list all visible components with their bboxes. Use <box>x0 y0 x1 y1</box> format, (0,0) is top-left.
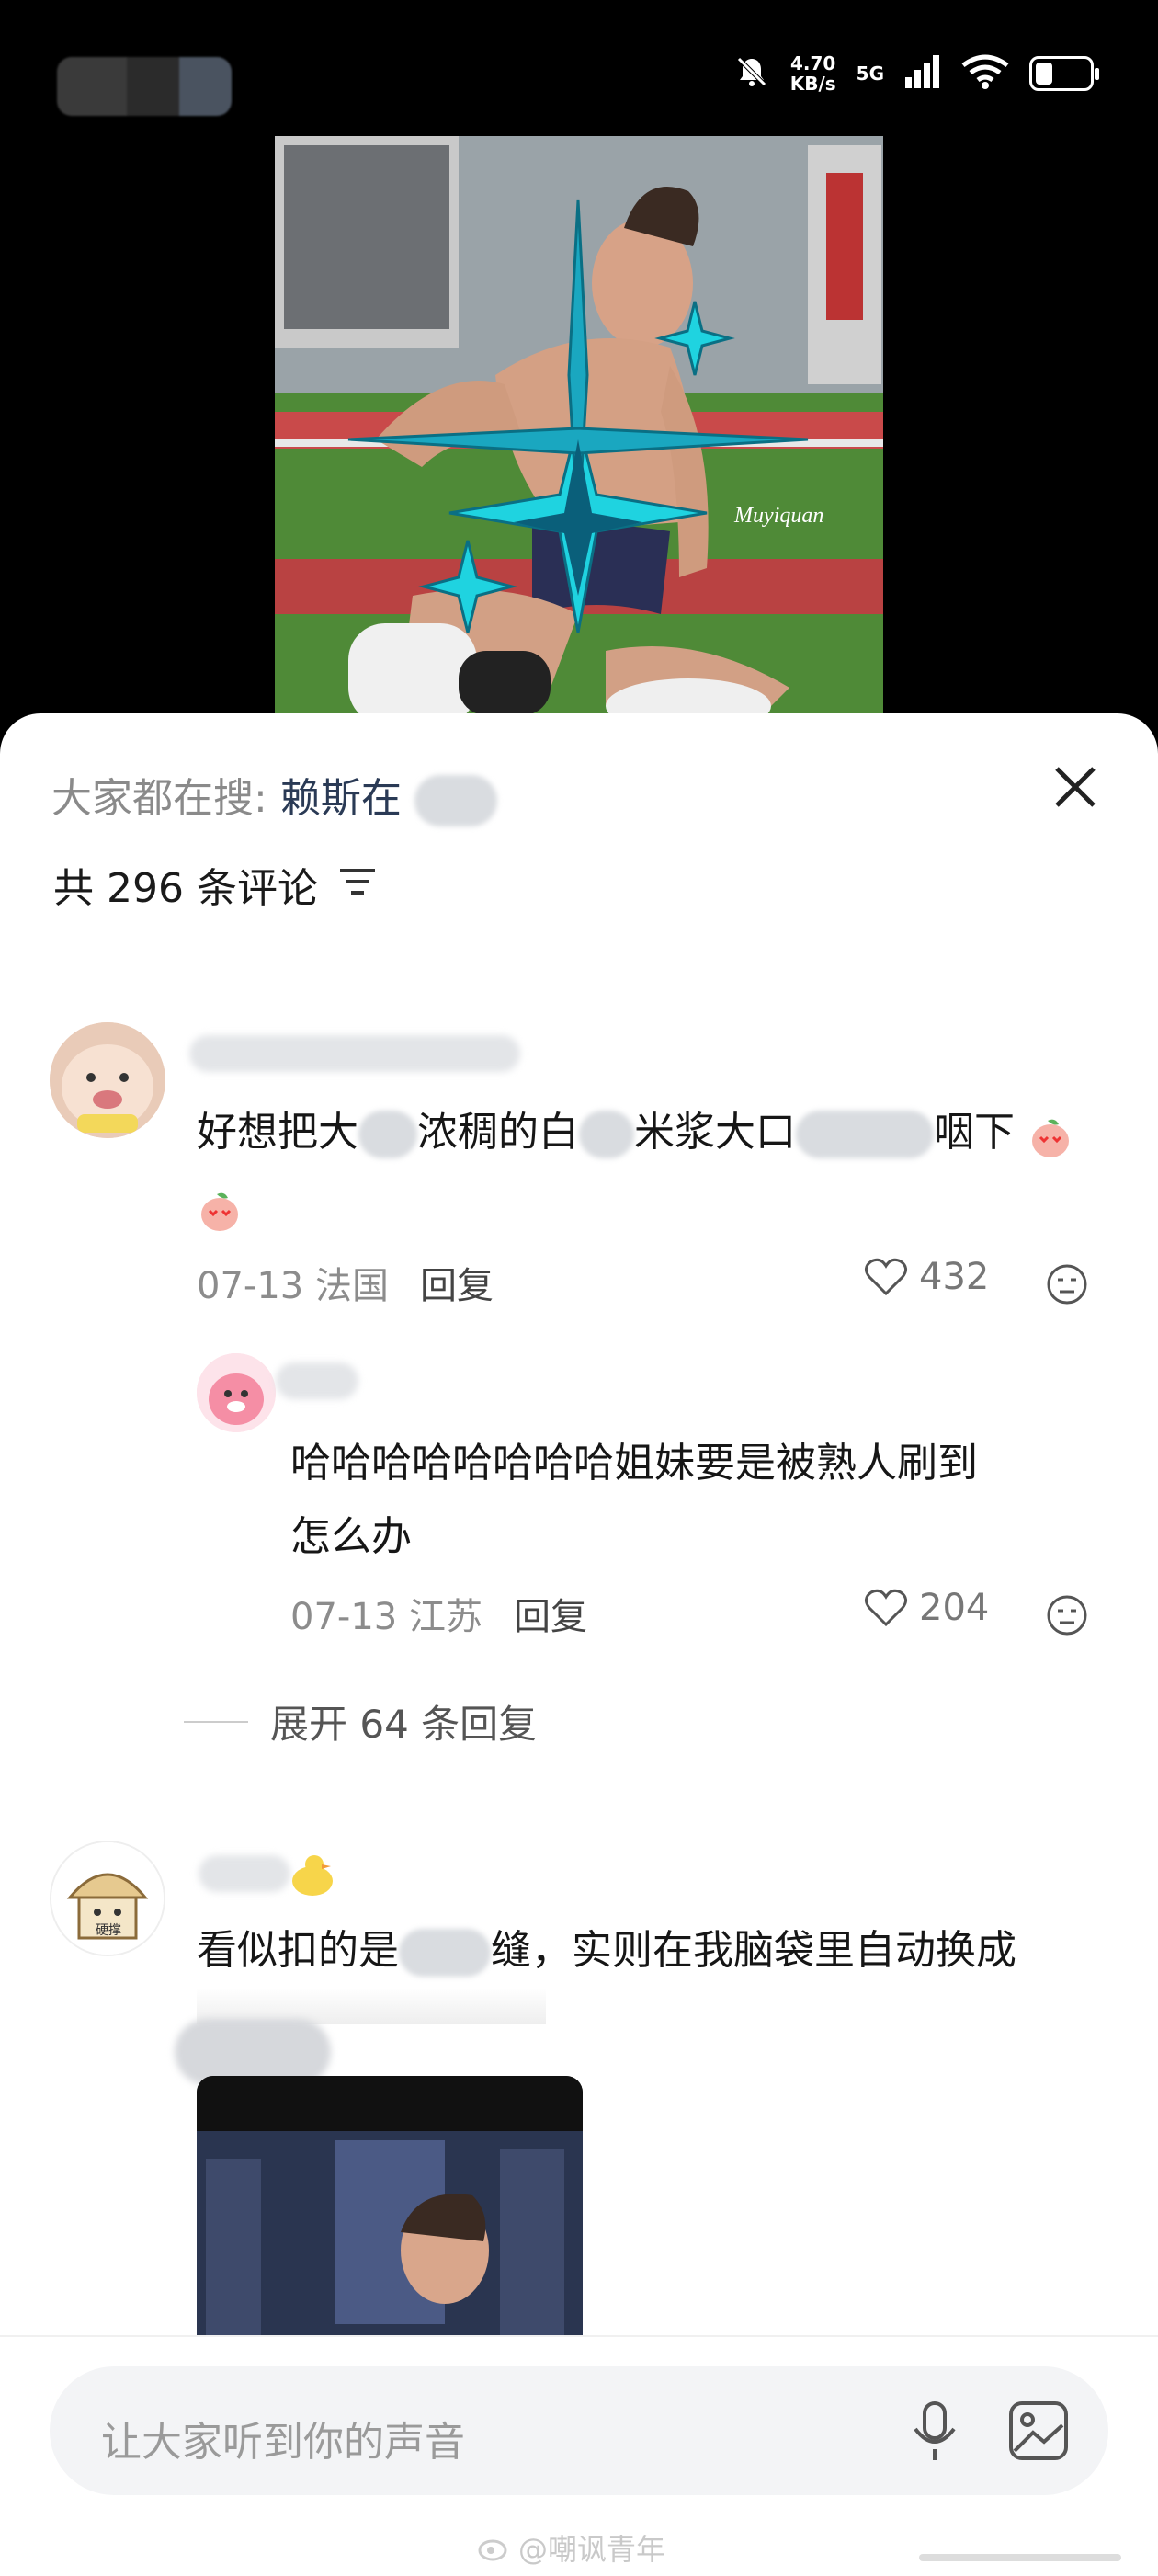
comment-input[interactable]: 让大家听到你的声音 <box>50 2366 1108 2495</box>
comment-count-row: 共 296 条评论 <box>53 855 377 914</box>
dislike-face-icon[interactable] <box>1046 1594 1088 1636</box>
photo-watermark: Muyiquan <box>733 504 823 528</box>
reply-text: 哈哈哈哈哈哈哈哈姐妹要是被熟人刷到 怎么办 <box>290 1440 978 1560</box>
blurred-username <box>276 1362 358 1399</box>
signal-icon <box>904 55 941 92</box>
heart-icon <box>865 1589 907 1627</box>
heart-icon <box>865 1258 907 1296</box>
expand-replies-button[interactable]: 展开 64 条回复 <box>184 1693 537 1750</box>
reply-button[interactable]: 回复 <box>420 1256 494 1309</box>
comment-text: 看似扣的是 缝，实则在我脑袋里自动换成 <box>197 1914 1116 1988</box>
blurred-username <box>199 1855 290 1892</box>
blurred-text <box>414 775 497 826</box>
post-photo[interactable]: Muyiquan <box>275 136 883 724</box>
divider <box>184 1720 248 1723</box>
like-button[interactable]: 432 <box>864 1256 989 1298</box>
blurred-status-info <box>57 57 232 116</box>
weibo-icon <box>478 2539 507 2561</box>
svg-text:硬撑: 硬撑 <box>96 1923 121 1938</box>
trending-search-prefix: 大家都在搜: <box>51 775 267 822</box>
wifi-icon <box>961 54 1009 93</box>
avatar[interactable] <box>50 1022 165 1138</box>
status-bar: 4.70 KB/s 5G <box>0 0 1158 138</box>
duck-badge-icon <box>287 1848 338 1899</box>
close-icon[interactable] <box>1048 759 1103 815</box>
peach-emoji-icon <box>197 1185 243 1231</box>
avatar[interactable]: 硬撑 <box>50 1841 165 1956</box>
avatar[interactable] <box>197 1353 276 1432</box>
trending-search[interactable]: 大家都在搜: 赖斯在 <box>51 765 497 826</box>
microphone-icon[interactable] <box>903 2398 967 2468</box>
comment-input-placeholder: 让大家听到你的声音 <box>101 2419 465 2466</box>
reply-meta: 07-13 江苏 回复 <box>290 1587 587 1640</box>
comment-meta: 07-13 法国 回复 <box>197 1256 494 1309</box>
mute-bell-icon <box>733 53 770 94</box>
trending-search-term[interactable]: 赖斯在 <box>280 775 402 822</box>
network-speed: 4.70 KB/s <box>789 52 836 95</box>
battery-icon <box>1029 56 1099 91</box>
reply-button[interactable]: 回复 <box>514 1587 587 1640</box>
image-icon[interactable] <box>1005 2398 1072 2468</box>
blurred-username <box>189 1035 520 1072</box>
network-type: 5G <box>856 63 884 85</box>
comment-count: 共 296 条评论 <box>53 865 318 912</box>
like-button[interactable]: 204 <box>864 1587 989 1629</box>
source-watermark: @嘲讽青年 <box>478 2526 665 2569</box>
like-count: 432 <box>919 1256 990 1298</box>
sort-icon[interactable] <box>338 861 377 908</box>
peach-emoji-icon <box>1027 1111 1073 1157</box>
comment-text: 好想把大 浓稠的白 米浆大口 咽下 <box>197 1096 1116 1243</box>
dislike-face-icon[interactable] <box>1046 1263 1088 1305</box>
home-indicator <box>919 2554 1121 2561</box>
like-count: 204 <box>919 1587 990 1629</box>
